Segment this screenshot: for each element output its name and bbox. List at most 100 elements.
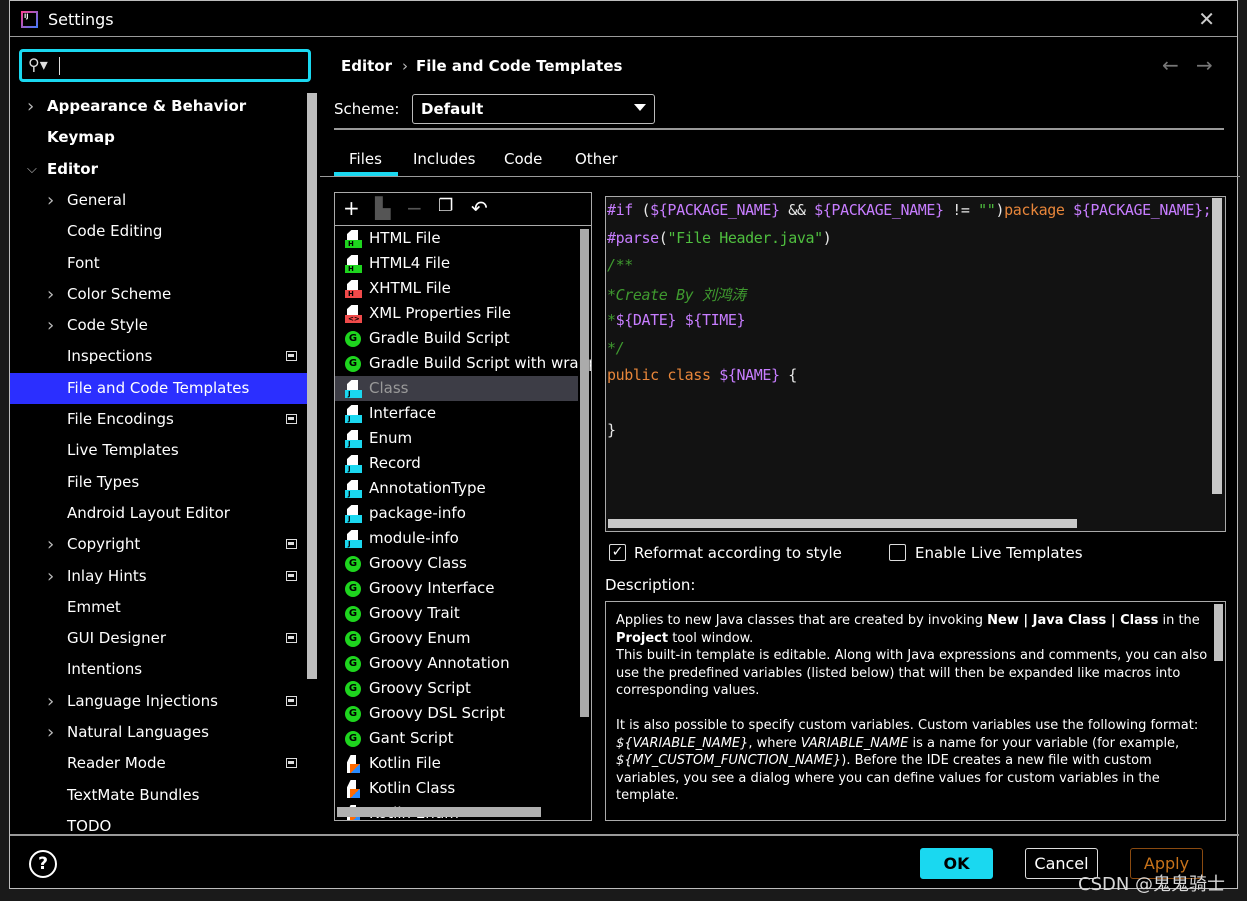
template-list-item[interactable]: H HTML4 File	[335, 251, 578, 276]
template-list-item[interactable]: G Groovy Class	[335, 551, 578, 576]
sidebar-item-label: Inlay Hints	[67, 566, 147, 585]
template-list-item[interactable]: G Groovy Trait	[335, 601, 578, 626]
settings-search[interactable]: ⚲▾	[19, 49, 311, 82]
sidebar-item[interactable]: File Types	[10, 467, 307, 498]
sidebar-scrollbar[interactable]	[307, 93, 317, 679]
editor-horizontal-scrollbar[interactable]	[608, 519, 1077, 528]
sidebar-item[interactable]: GUI Designer	[10, 623, 307, 654]
sidebar-item[interactable]: Live Templates	[10, 435, 307, 466]
template-list-item[interactable]: J Interface	[335, 401, 578, 426]
chevron-right-icon[interactable]: ›	[47, 185, 54, 216]
template-list-item[interactable]: Kotlin File	[335, 751, 578, 776]
tab-other[interactable]: Other	[575, 150, 618, 168]
sidebar-item[interactable]: Inspections	[10, 341, 307, 372]
help-button[interactable]: ?	[29, 850, 57, 878]
sidebar-item[interactable]: Keymap	[10, 122, 307, 153]
ok-button[interactable]: OK	[920, 848, 993, 879]
forward-arrow-icon[interactable]: →	[1196, 53, 1213, 77]
template-name: Enum	[369, 429, 413, 447]
minus-icon[interactable]: −	[406, 196, 423, 220]
sidebar-item[interactable]: File Encodings	[10, 404, 307, 435]
template-list-item[interactable]: G Groovy Enum	[335, 626, 578, 651]
template-list-item[interactable]: G Groovy Annotation	[335, 651, 578, 676]
template-list-item[interactable]: Jmodule-info	[335, 526, 578, 551]
plus-icon[interactable]: +	[343, 196, 360, 220]
java-file-icon: J	[345, 405, 362, 423]
template-list-item[interactable]: J Enum	[335, 426, 578, 451]
sidebar-item[interactable]: Emmet	[10, 592, 307, 623]
editor-vertical-scrollbar[interactable]	[1212, 198, 1222, 494]
chevron-down-icon[interactable]: ⌵	[27, 154, 37, 185]
reformat-checkbox[interactable]: ✓	[609, 544, 626, 561]
page-title: File and Code Templates	[416, 57, 623, 75]
sidebar-item[interactable]: › Color Scheme	[10, 279, 307, 310]
search-input[interactable]	[62, 54, 302, 76]
tab-files[interactable]: Files	[349, 150, 382, 168]
list-horizontal-scrollbar[interactable]	[337, 807, 541, 817]
template-list-item[interactable]: H XHTML File	[335, 276, 578, 301]
sidebar-item[interactable]: TODO	[10, 811, 307, 842]
code-token-directive: #if	[607, 201, 633, 219]
template-list-item[interactable]: H HTML File	[335, 226, 578, 251]
sidebar-item[interactable]: › Natural Languages	[10, 717, 307, 748]
breadcrumb-parent[interactable]: Editor	[341, 57, 392, 75]
back-arrow-icon[interactable]: ←	[1162, 53, 1179, 77]
sidebar-item[interactable]: › Copyright	[10, 529, 307, 560]
list-vertical-scrollbar[interactable]	[580, 229, 589, 717]
template-list-item[interactable]: J Class	[335, 376, 578, 401]
sidebar-item[interactable]: ⌵ Editor	[10, 154, 307, 185]
sidebar-item[interactable]: Code Editing	[10, 216, 307, 247]
template-list-item[interactable]: G Gradle Build Script	[335, 326, 578, 351]
template-list-item[interactable]: G Groovy DSL Script	[335, 701, 578, 726]
sidebar-item[interactable]: TextMate Bundles	[10, 780, 307, 811]
sidebar-item-label: Code Editing	[67, 222, 163, 241]
tab-code[interactable]: Code	[504, 150, 542, 168]
sidebar-item-label: Emmet	[67, 597, 121, 616]
sidebar-item[interactable]: Reader Mode	[10, 748, 307, 779]
gradle-icon: G	[345, 331, 361, 347]
template-name: AnnotationType	[369, 479, 486, 497]
sidebar-item[interactable]: › Appearance & Behavior	[10, 91, 307, 122]
reset-icon[interactable]: ↶	[471, 196, 488, 220]
template-list-item[interactable]: G Groovy Script	[335, 676, 578, 701]
sidebar-item[interactable]: › Language Injections	[10, 686, 307, 717]
chevron-right-icon[interactable]: ›	[47, 717, 54, 748]
template-list-item[interactable]: <> XML Properties File	[335, 301, 578, 326]
sidebar-item[interactable]: › Code Style	[10, 310, 307, 341]
scheme-label: Scheme:	[334, 100, 400, 118]
scheme-dropdown[interactable]: Default	[412, 94, 655, 124]
template-list-item[interactable]: J Record	[335, 451, 578, 476]
template-list-item[interactable]: J AnnotationType	[335, 476, 578, 501]
sidebar-item[interactable]: Intentions	[10, 654, 307, 685]
duplicate-icon[interactable]: ❐	[438, 196, 453, 216]
template-list-item[interactable]: G Groovy Interface	[335, 576, 578, 601]
live-templates-checkbox[interactable]	[889, 544, 906, 561]
code-token-plain: }	[607, 421, 616, 439]
variable-text: VARIABLE_NAME	[800, 735, 909, 751]
copy-template-icon[interactable]: ▙	[375, 196, 390, 220]
sidebar-item[interactable]: › General	[10, 185, 307, 216]
template-name: Groovy Script	[369, 679, 471, 697]
sidebar-item-label: Color Scheme	[67, 284, 172, 303]
chevron-right-icon[interactable]: ›	[47, 561, 54, 592]
chevron-right-icon[interactable]: ›	[47, 686, 54, 717]
reformat-label[interactable]: Reformat according to style	[634, 544, 842, 562]
template-list-item[interactable]: Jpackage-info	[335, 501, 578, 526]
sidebar-item[interactable]: Android Layout Editor	[10, 498, 307, 529]
chevron-right-icon[interactable]: ›	[47, 279, 54, 310]
template-code-editor[interactable]: #if (${PACKAGE_NAME} && ${PACKAGE_NAME} …	[605, 196, 1226, 532]
tab-includes[interactable]: Includes	[413, 150, 475, 168]
template-list-item[interactable]: G Gradle Build Script with wrapper	[335, 351, 591, 376]
close-icon[interactable]: ✕	[1198, 7, 1215, 31]
chevron-right-icon[interactable]: ›	[27, 91, 34, 122]
sidebar-item[interactable]: File and Code Templates	[10, 372, 307, 404]
sidebar-item[interactable]: Font	[10, 248, 307, 279]
description-scrollbar[interactable]	[1214, 604, 1223, 661]
template-list-item[interactable]: G Gant Script	[335, 726, 578, 751]
chevron-right-icon[interactable]: ›	[47, 529, 54, 560]
search-icon: ⚲▾	[28, 55, 48, 74]
chevron-right-icon[interactable]: ›	[47, 310, 54, 341]
template-list-item[interactable]: Kotlin Class	[335, 776, 578, 801]
sidebar-item[interactable]: › Inlay Hints	[10, 561, 307, 592]
live-templates-label[interactable]: Enable Live Templates	[915, 544, 1083, 562]
